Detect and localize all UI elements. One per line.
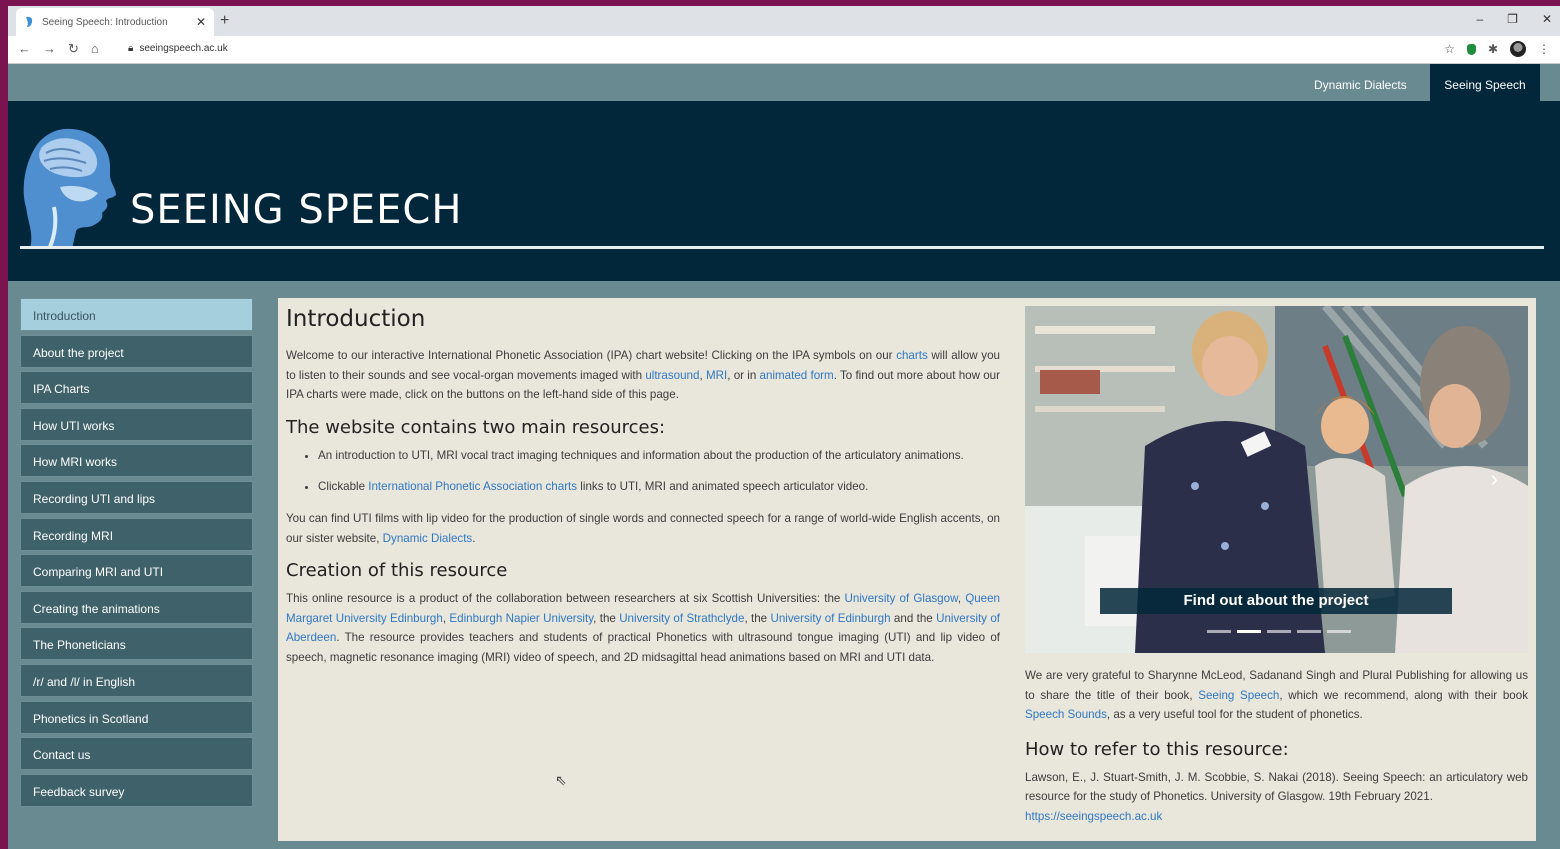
- mouse-cursor-icon: ⇖: [555, 772, 567, 788]
- sister-text-2: .: [472, 531, 476, 545]
- nav-dynamic-dialects[interactable]: Dynamic Dialects: [1314, 64, 1407, 101]
- profile-avatar[interactable]: [1510, 41, 1526, 57]
- mri-link[interactable]: MRI: [706, 369, 727, 382]
- sidebar-item-recording-mri[interactable]: Recording MRI: [20, 517, 253, 551]
- sidebar-item-feedback-survey[interactable]: Feedback survey: [20, 773, 253, 807]
- tab-bar: Seeing Speech: Introduction ✕ + – ❐ ✕: [8, 6, 1560, 36]
- browser-window: Seeing Speech: Introduction ✕ + – ❐ ✕ ← …: [8, 6, 1560, 849]
- browser-tab[interactable]: Seeing Speech: Introduction ✕: [16, 8, 214, 36]
- intro-text-4: , or in: [727, 368, 760, 382]
- creation-text-5: , the: [744, 611, 771, 625]
- restore-icon[interactable]: ❐: [1507, 12, 1518, 26]
- list-item: An introduction to UTI, MRI vocal tract …: [318, 446, 1000, 466]
- extension-shield-icon[interactable]: [1466, 43, 1476, 55]
- tab-close-icon[interactable]: ✕: [196, 15, 206, 29]
- dynamic-dialects-link[interactable]: Dynamic Dialects: [383, 532, 473, 545]
- nav-seeing-speech[interactable]: Seeing Speech: [1430, 64, 1540, 101]
- thanks-text-3: , as a very useful tool for the student …: [1106, 708, 1363, 722]
- sidebar-nav: Introduction About the project IPA Chart…: [20, 298, 253, 810]
- url-text: seeingspeech.ac.uk: [139, 43, 228, 54]
- carousel-next-icon[interactable]: ›: [1491, 466, 1498, 492]
- ultrasound-link[interactable]: ultrasound: [645, 369, 699, 382]
- creation-text-1: This online resource is a product of the…: [286, 592, 845, 606]
- home-icon[interactable]: ⌂: [91, 41, 99, 57]
- site-header: SEEING SPEECH: [8, 101, 1560, 281]
- project-carousel[interactable]: Find out about the project ›: [1025, 306, 1528, 653]
- right-column: We are very grateful to Sharynne McLeod,…: [1025, 666, 1528, 827]
- refer-heading: How to refer to this resource:: [1025, 738, 1289, 760]
- carousel-dot-active[interactable]: [1237, 630, 1261, 633]
- main-content: Introduction Welcome to our interactive …: [278, 298, 1536, 841]
- sister-site-paragraph: You can find UTI films with lip video fo…: [286, 509, 1000, 548]
- carousel-dot[interactable]: [1207, 630, 1231, 633]
- intro-column: Introduction Welcome to our interactive …: [286, 306, 1000, 668]
- new-tab-icon[interactable]: +: [220, 12, 229, 30]
- minimize-icon[interactable]: –: [1476, 12, 1483, 26]
- sidebar-item-about-the-project[interactable]: About the project: [20, 334, 253, 368]
- header-rule: [20, 246, 1544, 249]
- page-title: Introduction: [286, 306, 426, 332]
- extensions-puzzle-icon[interactable]: ✱: [1488, 42, 1498, 56]
- speech-sounds-link[interactable]: Speech Sounds: [1025, 708, 1107, 721]
- tab-title: Seeing Speech: Introduction: [42, 16, 168, 28]
- charts-link[interactable]: charts: [896, 349, 928, 362]
- sidebar-item-phonetics-in-scotland[interactable]: Phonetics in Scotland: [20, 700, 253, 734]
- sidebar-item-how-uti-works[interactable]: How UTI works: [20, 407, 253, 441]
- lock-icon: 🔒︎: [128, 43, 134, 54]
- window-controls: – ❐ ✕: [1476, 12, 1552, 26]
- sidebar-item-comparing-mri-and-uti[interactable]: Comparing MRI and UTI: [20, 554, 253, 588]
- back-icon[interactable]: ←: [18, 41, 31, 57]
- url-field[interactable]: 🔒︎ seeingspeech.ac.uk: [128, 43, 228, 54]
- site-favicon-icon: [26, 16, 33, 27]
- intro-paragraph: Welcome to our interactive International…: [286, 346, 1000, 405]
- creation-text-7: . The resource provides teachers and stu…: [286, 631, 1000, 664]
- creation-paragraph: This online resource is a product of the…: [286, 589, 1000, 667]
- thanks-paragraph: We are very grateful to Sharynne McLeod,…: [1025, 666, 1528, 725]
- creation-heading: Creation of this resource: [286, 560, 508, 582]
- carousel-indicators: [1207, 630, 1351, 633]
- reload-icon[interactable]: ↻: [68, 41, 79, 57]
- sidebar-item-r-and-l-in-english[interactable]: /r/ and /l/ in English: [20, 663, 253, 697]
- strathclyde-link[interactable]: University of Strathclyde: [619, 612, 744, 625]
- carousel-dot[interactable]: [1297, 630, 1321, 633]
- bullet2-text-1: Clickable: [318, 480, 369, 494]
- thanks-text-2: , which we recommend, along with their b…: [1279, 688, 1528, 702]
- site-top-nav: Dynamic Dialects Seeing Speech: [8, 64, 1560, 101]
- resources-heading: The website contains two main resources:: [286, 416, 666, 438]
- list-item: Clickable International Phonetic Associa…: [318, 477, 1000, 497]
- citation-link[interactable]: https://seeingspeech.ac.uk: [1025, 810, 1162, 823]
- resources-list: An introduction to UTI, MRI vocal tract …: [318, 446, 1000, 497]
- citation-paragraph: Lawson, E., J. Stuart-Smith, J. M. Scobb…: [1025, 768, 1528, 827]
- sidebar-item-how-mri-works[interactable]: How MRI works: [20, 444, 253, 478]
- sidebar-item-introduction[interactable]: Introduction: [20, 298, 253, 331]
- ipa-charts-link[interactable]: International Phonetic Association chart…: [368, 480, 577, 493]
- animated-form-link[interactable]: animated form: [760, 369, 834, 382]
- sidebar-item-creating-the-animations[interactable]: Creating the animations: [20, 590, 253, 624]
- site-title[interactable]: SEEING SPEECH: [130, 187, 462, 233]
- creation-text-4: , the: [593, 611, 620, 625]
- intro-text-1: Welcome to our interactive International…: [286, 349, 897, 362]
- creation-text-6: and the: [890, 611, 937, 625]
- napier-university-link[interactable]: Edinburgh Napier University: [449, 612, 593, 625]
- head-mri-logo-icon[interactable]: [20, 127, 118, 249]
- carousel-dot[interactable]: [1327, 630, 1351, 633]
- seeing-speech-book-link[interactable]: Seeing Speech: [1198, 689, 1279, 702]
- address-bar: ← → ↻ ⌂ 🔒︎ seeingspeech.ac.uk ☆ ✱ ⋮: [8, 36, 1560, 64]
- sidebar-item-contact-us[interactable]: Contact us: [20, 737, 253, 771]
- carousel-dot[interactable]: [1267, 630, 1291, 633]
- menu-kebab-icon[interactable]: ⋮: [1538, 42, 1550, 56]
- bookmark-star-icon[interactable]: ☆: [1444, 42, 1455, 56]
- bullet2-text-2: links to UTI, MRI and animated speech ar…: [577, 480, 869, 494]
- university-of-glasgow-link[interactable]: University of Glasgow: [845, 592, 958, 605]
- sidebar-item-ipa-charts[interactable]: IPA Charts: [20, 371, 253, 405]
- university-of-edinburgh-link[interactable]: University of Edinburgh: [770, 612, 890, 625]
- carousel-caption[interactable]: Find out about the project: [1100, 588, 1452, 614]
- citation-text: Lawson, E., J. Stuart-Smith, J. M. Scobb…: [1025, 770, 1528, 804]
- sidebar-item-the-phoneticians[interactable]: The Phoneticians: [20, 627, 253, 661]
- sidebar-item-recording-uti-and-lips[interactable]: Recording UTI and lips: [20, 480, 253, 514]
- window-close-icon[interactable]: ✕: [1542, 12, 1552, 26]
- forward-icon[interactable]: →: [43, 41, 56, 57]
